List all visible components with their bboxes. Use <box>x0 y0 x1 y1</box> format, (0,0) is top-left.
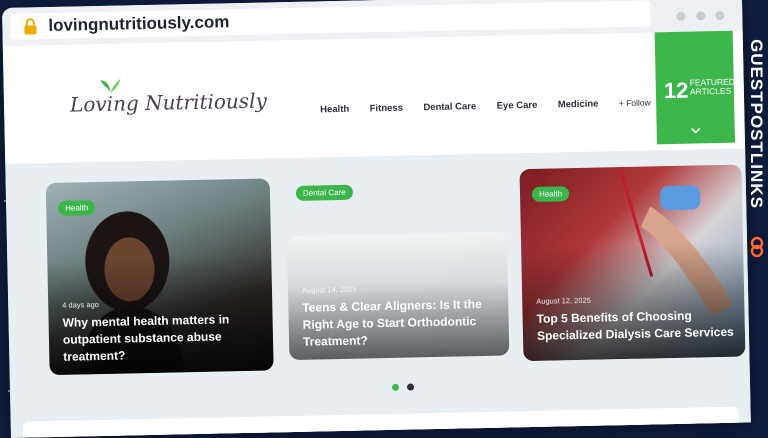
slider-pagination <box>391 377 419 396</box>
featured-articles-panel[interactable]: 12 FEATURED ARTICLES <box>654 30 735 145</box>
article-date: 4 days ago <box>62 300 100 310</box>
category-badge[interactable]: Health <box>58 200 96 216</box>
window-dot-1[interactable] <box>676 11 686 21</box>
guestpostlinks-brand: GUESTPOSTLINKS <box>744 36 768 258</box>
card-image-placeholder: August 14, 2025 Teens & Clear Aligners: … <box>286 231 510 361</box>
site-header: Loving Nutritiously Health Fitness Denta… <box>2 30 746 164</box>
featured-label: FEATURED ARTICLES <box>689 76 735 97</box>
article-date: August 14, 2025 <box>301 284 357 295</box>
lock-icon <box>24 18 37 35</box>
content-strip <box>22 406 740 438</box>
pager-dot-1[interactable] <box>391 383 400 391</box>
window-dot-2[interactable] <box>695 11 705 21</box>
url-text: lovingnutritiously.com <box>48 12 230 36</box>
chevron-down-icon <box>691 127 701 134</box>
pager-dot-2[interactable] <box>407 383 415 391</box>
follow-button[interactable]: + Follow <box>619 97 651 108</box>
article-title[interactable]: Why mental health matters in outpatient … <box>62 311 263 366</box>
hero-slider: Health 4 days ago Why mental health matt… <box>5 148 751 438</box>
window-dot-3[interactable] <box>715 10 725 21</box>
brand-logo-icon <box>750 236 764 258</box>
nav-item-fitness[interactable]: Fitness <box>370 103 403 115</box>
featured-count: 12 <box>663 77 689 104</box>
article-title[interactable]: Teens & Clear Aligners: Is It the Right … <box>302 296 499 351</box>
category-badge[interactable]: Health <box>531 186 570 202</box>
brand-name: GUESTPOSTLINKS <box>747 39 766 209</box>
article-card-3[interactable]: Health August 12, 2025 Top 5 Benefits of… <box>519 164 746 362</box>
category-badge[interactable]: Dental Care <box>295 184 353 201</box>
browser-window: lovingnutritiously.com Loving Nutritious… <box>2 0 751 438</box>
nav-item-medicine[interactable]: Medicine <box>558 99 599 111</box>
article-date: August 12, 2025 <box>536 295 591 306</box>
article-card-2[interactable]: Dental Care August 14, 2025 Teens & Clea… <box>286 177 510 372</box>
article-title[interactable]: Top 5 Benefits of Choosing Specialized D… <box>536 307 737 345</box>
nav-item-dental-care[interactable]: Dental Care <box>423 101 476 113</box>
site-logo[interactable]: Loving Nutritiously <box>70 88 267 116</box>
article-card-1[interactable]: Health 4 days ago Why mental health matt… <box>45 178 274 376</box>
window-controls <box>670 7 725 26</box>
nav-item-health[interactable]: Health <box>320 104 349 116</box>
nav-item-eye-care[interactable]: Eye Care <box>497 100 538 112</box>
